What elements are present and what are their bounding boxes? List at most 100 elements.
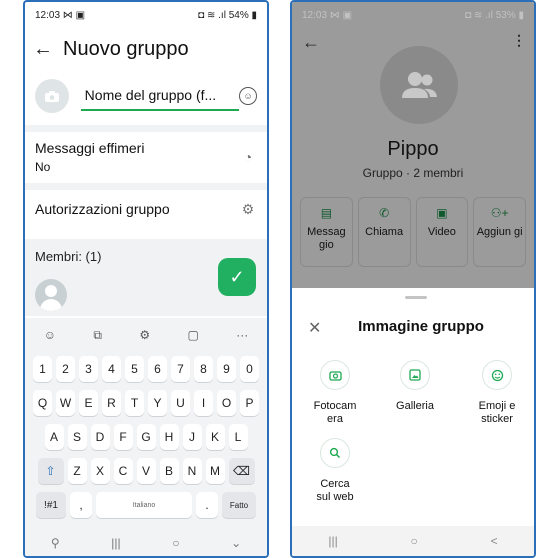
key[interactable]: S — [67, 424, 87, 450]
key[interactable]: K — [205, 424, 225, 450]
action-label: Video — [427, 226, 456, 238]
comma-key[interactable]: , — [70, 492, 92, 518]
key[interactable]: 3 — [79, 356, 98, 382]
video-icon: ▣ — [436, 206, 448, 220]
key[interactable]: 2 — [56, 356, 75, 382]
done-key[interactable]: Fatto — [222, 492, 256, 518]
key[interactable]: 6 — [148, 356, 167, 382]
add-member-action[interactable]: ⚇+ Aggiun gi — [473, 197, 526, 267]
dimmed-group-info: 12:03 ⋈ ▣ ◘ ≋ .ıl 53% ▮ ← ⋮ Pippo Gruppo… — [292, 2, 534, 288]
key[interactable]: J — [182, 424, 202, 450]
key[interactable]: B — [159, 458, 179, 484]
key[interactable]: L — [228, 424, 248, 450]
web-search-option[interactable]: Cerca sul web — [300, 438, 370, 504]
message-icon: ▤ — [320, 206, 333, 220]
member-avatar[interactable] — [35, 279, 67, 311]
emoji-icon[interactable]: ☺ — [44, 328, 56, 342]
app-bar: ← Nuovo gruppo — [25, 28, 267, 70]
key[interactable]: W — [56, 390, 75, 416]
add-person-icon: ⚇+ — [490, 206, 509, 220]
key[interactable]: E — [79, 390, 98, 416]
status-bar: 12:03 ⋈ ▣ ◘ ≋ .ıl 54% ▮ — [25, 2, 267, 28]
nav-bar: ||| ○ < — [292, 526, 534, 556]
key[interactable]: H — [159, 424, 179, 450]
key[interactable]: D — [90, 424, 110, 450]
key[interactable]: 4 — [102, 356, 121, 382]
gear-icon[interactable]: ⚙ — [139, 328, 150, 342]
clipboard-icon[interactable]: ⧉ — [93, 328, 102, 343]
camera-option[interactable]: Fotocam era — [300, 360, 370, 426]
emoji-sticker-option[interactable]: Emoji e sticker — [462, 360, 532, 426]
key[interactable]: 8 — [194, 356, 213, 382]
group-subtitle: Gruppo · 2 membri — [362, 166, 464, 180]
keyboard-row-3: ⇧ Z X C V B N M ⌫ — [29, 458, 263, 484]
more-icon[interactable]: ··· — [236, 328, 248, 342]
key[interactable]: M — [205, 458, 225, 484]
key[interactable]: P — [240, 390, 259, 416]
key[interactable]: Z — [67, 458, 87, 484]
call-action[interactable]: ✆ Chiama — [357, 197, 411, 267]
action-label: Messag gio — [307, 226, 346, 251]
mode-icon[interactable]: ▢ — [188, 328, 199, 342]
back-arrow-icon[interactable]: ← — [302, 32, 320, 53]
backspace-key[interactable]: ⌫ — [228, 458, 255, 484]
key[interactable]: F — [113, 424, 133, 450]
period-key[interactable]: . — [196, 492, 218, 518]
setting-title: Autorizzazioni gruppo — [35, 201, 170, 217]
key[interactable]: R — [102, 390, 121, 416]
overflow-menu-icon[interactable]: ⋮ — [512, 32, 526, 49]
key[interactable]: G — [136, 424, 156, 450]
home-button[interactable]: ○ — [411, 534, 418, 548]
recents-button[interactable]: ||| — [328, 534, 337, 548]
keyboard-row-2: A S D F G H J K L — [29, 424, 263, 450]
camera-icon — [320, 360, 350, 390]
key[interactable]: V — [136, 458, 156, 484]
key[interactable]: T — [125, 390, 144, 416]
key[interactable]: N — [182, 458, 202, 484]
key[interactable]: 9 — [217, 356, 236, 382]
back-button[interactable]: < — [491, 534, 498, 548]
setting-group-permissions[interactable]: Autorizzazioni gruppo ⚙ — [25, 194, 267, 224]
key[interactable]: I — [194, 390, 213, 416]
group-name-input[interactable]: Nome del gruppo (f... — [80, 81, 240, 111]
key[interactable]: U — [171, 390, 190, 416]
key[interactable]: C — [113, 458, 133, 484]
members-label: Membri: (1) — [35, 249, 102, 264]
group-people-icon — [402, 72, 437, 98]
sheet-drag-handle[interactable] — [405, 296, 427, 299]
hide-keyboard-icon[interactable]: ⌄ — [231, 536, 241, 550]
confirm-check-button[interactable]: ✓ — [218, 258, 256, 296]
sheet-title: Immagine gruppo — [358, 318, 484, 335]
group-photo-button[interactable] — [35, 79, 69, 113]
video-action[interactable]: ▣ Video — [415, 197, 469, 267]
home-button[interactable]: ○ — [172, 536, 179, 550]
avatar-body — [40, 299, 62, 311]
keyboard-row-bottom: !#1 , Italiano . Fatto — [29, 492, 263, 518]
setting-disappearing-messages[interactable]: Messaggi effimeri No ◔ — [25, 136, 267, 178]
key[interactable]: X — [90, 458, 110, 484]
recents-button[interactable]: ||| — [111, 536, 120, 550]
space-key[interactable]: Italiano — [96, 492, 192, 518]
group-avatar[interactable] — [380, 46, 458, 124]
gallery-option[interactable]: Galleria — [380, 360, 450, 413]
phone-icon: ✆ — [379, 206, 390, 220]
key[interactable]: A — [44, 424, 64, 450]
key[interactable]: 1 — [33, 356, 52, 382]
key[interactable]: 0 — [240, 356, 259, 382]
option-label: Emoji e sticker — [478, 400, 516, 425]
timer-icon: ◔ — [243, 149, 253, 165]
mic-icon[interactable]: ⚲ — [51, 536, 60, 550]
camera-icon — [44, 90, 59, 102]
back-arrow-icon[interactable]: ← — [33, 38, 53, 61]
symbols-key[interactable]: !#1 — [36, 492, 66, 518]
emoji-icon[interactable]: ☺ — [239, 87, 257, 105]
key[interactable]: Q — [33, 390, 52, 416]
message-action[interactable]: ▤ Messag gio — [300, 197, 353, 267]
key[interactable]: Y — [148, 390, 167, 416]
key[interactable]: 5 — [125, 356, 144, 382]
divider — [25, 125, 267, 132]
key[interactable]: O — [217, 390, 236, 416]
shift-key[interactable]: ⇧ — [37, 458, 64, 484]
search-icon — [320, 438, 350, 468]
key[interactable]: 7 — [171, 356, 190, 382]
